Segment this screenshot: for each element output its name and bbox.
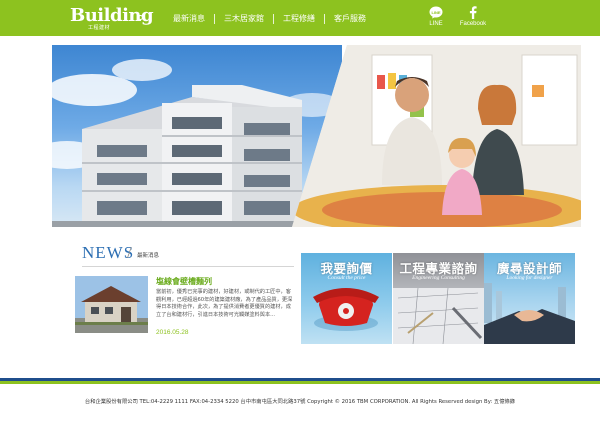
line-icon: LINE <box>429 6 443 19</box>
news-item-date: 2016.05.28 <box>156 329 189 336</box>
nav-item-repair[interactable]: 工程修繕 <box>274 13 324 25</box>
nav-divider <box>214 14 215 24</box>
card-find-designer[interactable]: 廣尋設計師 Looking for designer <box>484 253 575 344</box>
footer-stripe-green <box>0 381 600 384</box>
news-item-body: 當前初，優秀已完事的建材，好建材，或制代的工匠中，客觀利用，已經超過60年的建築… <box>156 289 293 318</box>
nav-item-news[interactable]: 最新消息 <box>164 13 214 25</box>
house-illustration <box>75 276 148 333</box>
news-thumbnail[interactable] <box>75 276 148 333</box>
registered-mark-icon <box>138 15 143 20</box>
news-item-title[interactable]: 塩線會壁槽麵列 <box>156 276 212 287</box>
svg-text:LINE: LINE <box>431 10 440 15</box>
nav-item-service[interactable]: 客戶服務 <box>325 13 375 25</box>
building-illustration <box>52 59 342 227</box>
news-subheading: 最新消息 <box>137 253 160 259</box>
line-label: LINE <box>429 21 443 27</box>
nav-divider <box>324 14 325 24</box>
card-price-subtitle: Consult the price <box>327 275 366 281</box>
facebook-label: Facebook <box>459 21 487 27</box>
line-link[interactable]: LINE LINE <box>418 6 454 27</box>
facebook-link[interactable]: Facebook <box>455 6 491 27</box>
nav-item-home-store[interactable]: 三木居家館 <box>215 13 273 25</box>
card-designer-subtitle: Looking for designer <box>506 275 553 281</box>
nav-divider <box>273 14 274 24</box>
news-slash: / <box>127 243 132 262</box>
hero-banner[interactable] <box>52 45 581 227</box>
news-divider <box>82 266 294 267</box>
card-engineering-consult[interactable]: 工程專業諮詢 Engineering Consulting <box>393 253 484 344</box>
building-photo <box>52 45 342 227</box>
logo-subtitle: 工程建材 <box>88 25 111 31</box>
top-header: Building 工程建材 最新消息 三木居家館 工程修繕 客戶服務 LINE … <box>0 0 600 36</box>
facebook-icon <box>469 6 477 19</box>
main-nav: 最新消息 三木居家館 工程修繕 客戶服務 <box>164 12 375 26</box>
card-engineering-subtitle: Engineering Consulting <box>412 275 465 281</box>
card-price-inquiry[interactable]: 我要詢價 Consult the price <box>301 253 392 344</box>
footer-copyright: 台和企業股份有限公司 TEL:04-2229 1111 FAX:04-2334 … <box>84 399 516 405</box>
site-logo[interactable]: Building 工程建材 <box>70 5 154 31</box>
